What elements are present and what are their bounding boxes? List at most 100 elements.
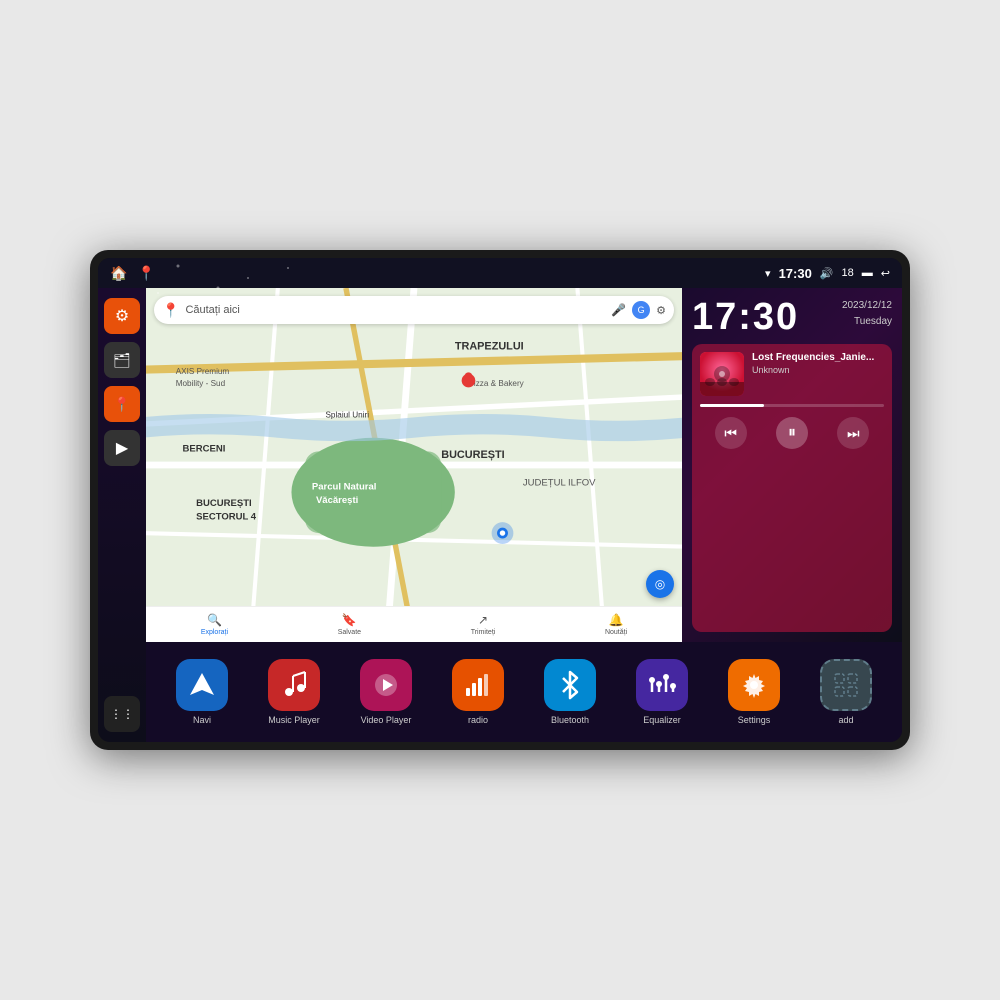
- app-bluetooth[interactable]: Bluetooth: [544, 659, 596, 725]
- equalizer-label: Equalizer: [643, 715, 681, 725]
- video-player-label: Video Player: [361, 715, 412, 725]
- album-art: [700, 352, 744, 396]
- radio-icon: [452, 659, 504, 711]
- music-title: Lost Frequencies_Janie...: [752, 352, 884, 363]
- bluetooth-svg: [555, 670, 585, 700]
- grid-icon: ⋮⋮: [110, 708, 134, 720]
- settings-map-icon[interactable]: ⚙: [656, 304, 666, 317]
- news-label: Noutăți: [605, 629, 627, 636]
- add-label: add: [838, 715, 853, 725]
- explore-label: Explorați: [201, 629, 228, 636]
- sidebar-files-btn[interactable]: 🗂: [104, 342, 140, 378]
- mic-icon[interactable]: 🎤: [611, 303, 626, 317]
- share-icon: ↗: [478, 613, 488, 627]
- svg-text:BUCUREȘTI: BUCUREȘTI: [196, 498, 252, 509]
- sidebar-settings-btn[interactable]: ⚙: [104, 298, 140, 334]
- map-saved-btn[interactable]: 🔖 Salvate: [338, 613, 361, 636]
- top-row: TRAPEZULUI Splaiul Uniri BERCENI BUCUREȘ…: [146, 288, 902, 642]
- target-icon: ◎: [655, 577, 665, 591]
- navi-icon: [176, 659, 228, 711]
- battery-icon: ▬: [862, 267, 873, 279]
- car-stereo-device: 🏠 📍 ▾ 17:30 🔊 18 ▬ ↩ ⚙ 🗂: [90, 250, 910, 750]
- clock-display: 17:30: [692, 298, 799, 336]
- settings-icon: [728, 659, 780, 711]
- files-icon: 🗂: [113, 352, 131, 369]
- volume-icon: 🔊: [820, 267, 834, 280]
- app-video-player[interactable]: Video Player: [360, 659, 412, 725]
- music-controls: ⏮ ⏸ ⏭: [700, 417, 884, 449]
- map-bottom-bar: 🔍 Explorați 🔖 Salvate ↗ Trimiteți: [146, 606, 682, 642]
- map-news-btn[interactable]: 🔔 Noutăți: [605, 613, 627, 636]
- settings-gear-svg: [739, 670, 769, 700]
- sidebar-nav-btn[interactable]: ▶: [104, 430, 140, 466]
- day-value: Tuesday: [842, 314, 892, 330]
- locate-fab[interactable]: ◎: [646, 570, 674, 598]
- video-player-icon: [360, 659, 412, 711]
- app-settings[interactable]: Settings: [728, 659, 780, 725]
- music-progress-fill: [700, 404, 764, 407]
- saved-label: Salvate: [338, 629, 361, 636]
- user-avatar[interactable]: G: [632, 301, 650, 319]
- next-button[interactable]: ⏭: [837, 417, 869, 449]
- app-equalizer[interactable]: Equalizer: [636, 659, 688, 725]
- svg-text:AXIS Premium: AXIS Premium: [176, 367, 230, 376]
- main-area: ⚙ 🗂 📍 ▶ ⋮⋮: [98, 288, 902, 742]
- clock-row: 17:30 2023/12/12 Tuesday: [692, 298, 892, 336]
- wifi-icon: ▾: [765, 267, 771, 280]
- navi-label: Navi: [193, 715, 211, 725]
- video-play-svg: [371, 670, 401, 700]
- settings-label: Settings: [738, 715, 771, 725]
- music-player-label: Music Player: [268, 715, 320, 725]
- app-navi[interactable]: Navi: [176, 659, 228, 725]
- prev-button[interactable]: ⏮: [715, 417, 747, 449]
- map-search-bar[interactable]: 📍 Căutați aici 🎤 G ⚙: [154, 296, 674, 324]
- add-icon: [820, 659, 872, 711]
- music-player-icon: [268, 659, 320, 711]
- maps-logo-icon: 📍: [162, 302, 179, 319]
- sidebar: ⚙ 🗂 📍 ▶ ⋮⋮: [98, 288, 146, 742]
- svg-text:JUDEȚUL ILFOV: JUDEȚUL ILFOV: [523, 477, 596, 488]
- center-area: TRAPEZULUI Splaiul Uniri BERCENI BUCUREȘ…: [146, 288, 902, 742]
- battery-level: 18: [842, 267, 854, 279]
- svg-text:BERCENI: BERCENI: [183, 443, 226, 454]
- music-progress-bar[interactable]: [700, 404, 884, 407]
- equalizer-svg: [647, 670, 677, 700]
- music-info: Lost Frequencies_Janie... Unknown: [752, 352, 884, 375]
- music-note-svg: [279, 670, 309, 700]
- saved-icon: 🔖: [342, 613, 357, 627]
- clock-date: 2023/12/12 Tuesday: [842, 298, 892, 330]
- sidebar-location-btn[interactable]: 📍: [104, 386, 140, 422]
- back-icon[interactable]: ↩: [881, 267, 890, 280]
- music-artist: Unknown: [752, 365, 884, 375]
- svg-text:Văcărești: Văcărești: [316, 495, 358, 506]
- navi-arrow-svg: [187, 670, 217, 700]
- map-explore-btn[interactable]: 🔍 Explorați: [201, 613, 228, 636]
- svg-text:SECTORUL 4: SECTORUL 4: [196, 511, 257, 522]
- map-share-btn[interactable]: ↗ Trimiteți: [471, 613, 496, 636]
- map-svg: TRAPEZULUI Splaiul Uniri BERCENI BUCUREȘ…: [146, 288, 682, 642]
- share-label: Trimiteți: [471, 629, 496, 636]
- maps-icon[interactable]: 📍: [137, 265, 154, 282]
- date-value: 2023/12/12: [842, 298, 892, 314]
- svg-text:BUCUREȘTI: BUCUREȘTI: [441, 449, 504, 461]
- news-icon: 🔔: [609, 613, 624, 627]
- album-art-svg: [700, 352, 744, 396]
- status-time: 17:30: [779, 266, 812, 281]
- gear-icon: ⚙: [115, 306, 129, 326]
- map-search-text[interactable]: Căutați aici: [185, 304, 605, 316]
- home-icon[interactable]: 🏠: [110, 265, 127, 282]
- radio-wave-svg: [463, 670, 493, 700]
- app-radio[interactable]: radio: [452, 659, 504, 725]
- music-player-card: Lost Frequencies_Janie... Unknown ⏮ ⏸ ⏭: [692, 344, 892, 632]
- bluetooth-label: Bluetooth: [551, 715, 589, 725]
- screen: 🏠 📍 ▾ 17:30 🔊 18 ▬ ↩ ⚙ 🗂: [98, 258, 902, 742]
- svg-text:Parcul Natural: Parcul Natural: [312, 482, 377, 493]
- music-track-row: Lost Frequencies_Janie... Unknown: [700, 352, 884, 396]
- map-container[interactable]: TRAPEZULUI Splaiul Uniri BERCENI BUCUREȘ…: [146, 288, 682, 642]
- pause-button[interactable]: ⏸: [776, 417, 808, 449]
- sidebar-apps-btn[interactable]: ⋮⋮: [104, 696, 140, 732]
- app-music-player[interactable]: Music Player: [268, 659, 320, 725]
- apps-row: Navi Music Player: [146, 642, 902, 742]
- explore-icon: 🔍: [207, 613, 222, 627]
- app-add[interactable]: add: [820, 659, 872, 725]
